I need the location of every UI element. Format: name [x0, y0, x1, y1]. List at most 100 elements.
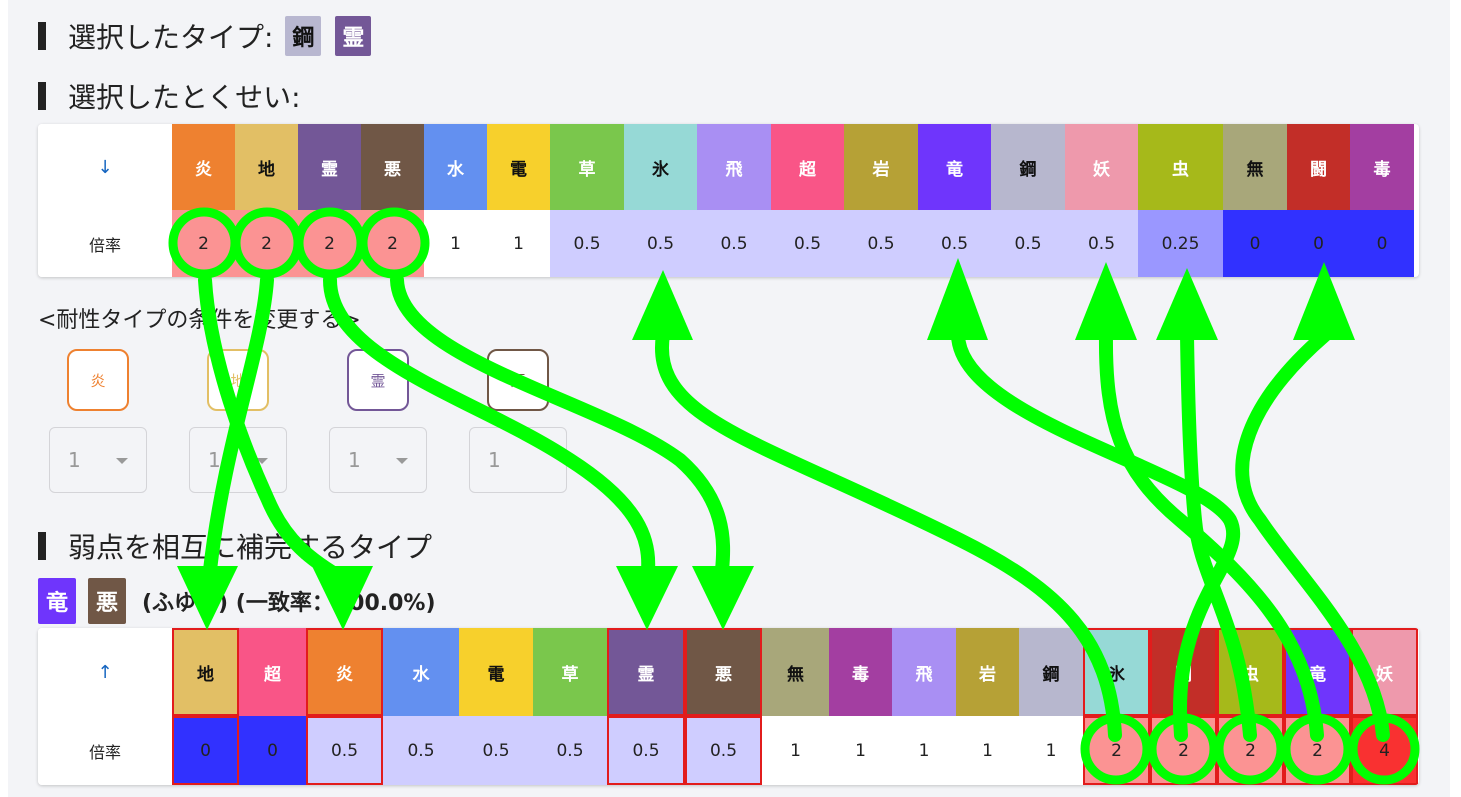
complement-table-header-row: ↑ 地超炎水電草霊悪無毒飛岩鋼氷闘虫竜妖 [38, 628, 1418, 716]
multiplier-cell: 2 [172, 210, 235, 277]
multiplier-cell: 0.5 [383, 716, 459, 785]
heading-bar [38, 532, 46, 560]
type-header-cell[interactable]: 竜 [1284, 628, 1351, 716]
weakness-table: ↓ 炎地霊悪水電草氷飛超岩竜鋼妖虫無闘毒 倍率 2 2 2 2 1 1 0.5 0.5 0.5 0… [38, 124, 1419, 277]
type-header-cell[interactable]: 岩 [844, 124, 918, 210]
complement-table: ↑ 地超炎水電草霊悪無毒飛岩鋼氷闘虫竜妖 倍率 0 0 0.5 0.5 0.5 0.5 0.… [38, 628, 1419, 785]
type-header-cell[interactable]: 氷 [624, 124, 697, 210]
type-header-cell[interactable]: 電 [459, 628, 533, 716]
condition-select-value: 1 [348, 448, 361, 472]
type-header-cell[interactable]: 毒 [1350, 124, 1414, 210]
multiplier-cell: 1 [424, 210, 487, 277]
multiplier-cell: 0.5 [844, 210, 918, 277]
type-header-cell[interactable]: 水 [424, 124, 487, 210]
multiplier-cell: 0.5 [533, 716, 607, 785]
condition-type-button-fire[interactable]: 炎 [67, 349, 129, 411]
condition-select-ghost[interactable]: 1 [329, 427, 427, 493]
multiplier-cell: 2 [235, 210, 298, 277]
condition-input-value: 1 [488, 448, 501, 472]
multiplier-cell: 0.5 [550, 210, 624, 277]
multiplier-cell: 1 [487, 210, 550, 277]
type-header-cell[interactable]: 地 [235, 124, 298, 210]
condition-select-ground[interactable]: 1 [189, 427, 287, 493]
type-header-cell[interactable]: 妖 [1065, 124, 1138, 210]
multiplier-cell: 0.5 [991, 210, 1065, 277]
selected-types-heading: 選択したタイプ: 鋼 霊 [38, 16, 372, 56]
condition-select-value: 1 [208, 448, 221, 472]
type-header-cell[interactable]: 毒 [829, 628, 892, 716]
selected-types-label: 選択したタイプ: [68, 21, 274, 54]
complement-type-badge-dragon[interactable]: 竜 [38, 578, 76, 624]
complement-heading-label: 弱点を相互に補完するタイプ [68, 531, 433, 564]
type-header-cell[interactable]: 超 [771, 124, 844, 210]
type-header-cell[interactable]: 飛 [697, 124, 771, 210]
type-header-cell[interactable]: 水 [383, 628, 459, 716]
condition-select-fire[interactable]: 1 [49, 427, 147, 493]
multiplier-cell: 1 [762, 716, 829, 785]
type-header-cell[interactable]: 妖 [1351, 628, 1418, 716]
type-header-cell[interactable]: 闘 [1287, 124, 1350, 210]
condition-type-button-ground[interactable]: 地 [207, 349, 269, 411]
selected-type-badge-ghost[interactable]: 霊 [335, 16, 372, 56]
chevron-down-icon [256, 458, 268, 464]
multiplier-cell: 0.25 [1138, 210, 1223, 277]
complement-table-value-row: 倍率 0 0 0.5 0.5 0.5 0.5 0.5 0.5 1 1 1 1 1 2 2 2 2 4 [38, 716, 1418, 785]
multiplier-cell: 1 [892, 716, 956, 785]
type-header-cell[interactable]: 鋼 [991, 124, 1065, 210]
condition-type-button-dark[interactable]: 悪 [487, 349, 549, 411]
multiplier-cell: 0.5 [459, 716, 533, 785]
chevron-down-icon [116, 458, 128, 464]
multiplier-cell: 2 [361, 210, 424, 277]
type-header-cell[interactable]: 草 [533, 628, 607, 716]
type-header-cell[interactable]: 虫 [1138, 124, 1223, 210]
heading-bar [38, 22, 46, 50]
sort-arrow-button[interactable]: ↑ [38, 628, 172, 716]
multiplier-cell: 0 [172, 716, 239, 785]
multiplier-cell: 0 [1350, 210, 1414, 277]
multiplier-row-label: 倍率 [38, 716, 172, 785]
multiplier-cell: 0.5 [607, 716, 685, 785]
type-header-cell[interactable]: 闘 [1150, 628, 1217, 716]
multiplier-cell: 2 [298, 210, 361, 277]
sort-arrow-button[interactable]: ↓ [38, 124, 172, 210]
type-header-cell[interactable]: 飛 [892, 628, 956, 716]
type-header-cell[interactable]: 草 [550, 124, 624, 210]
type-header-cell[interactable]: 地 [172, 628, 239, 716]
multiplier-cell: 0 [1287, 210, 1350, 277]
type-header-cell[interactable]: 炎 [172, 124, 235, 210]
multiplier-cell: 4 [1351, 716, 1418, 785]
multiplier-cell: 0.5 [685, 716, 762, 785]
type-header-cell[interactable]: 霊 [607, 628, 685, 716]
multiplier-cell: 0.5 [1065, 210, 1138, 277]
multiplier-cell: 0 [1223, 210, 1287, 277]
type-header-cell[interactable]: 悪 [685, 628, 762, 716]
condition-type-button-ghost[interactable]: 霊 [347, 349, 409, 411]
selected-ability-label: 選択したとくせい: [68, 81, 301, 114]
type-header-cell[interactable]: 竜 [918, 124, 991, 210]
type-header-cell[interactable]: 虫 [1217, 628, 1284, 716]
condition-input-dark[interactable]: 1 [469, 427, 567, 493]
type-header-cell[interactable]: 無 [1223, 124, 1287, 210]
multiplier-cell: 0.5 [697, 210, 771, 277]
multiplier-cell: 0.5 [624, 210, 697, 277]
type-header-cell[interactable]: 電 [487, 124, 550, 210]
type-header-cell[interactable]: 炎 [306, 628, 383, 716]
multiplier-cell: 1 [1019, 716, 1083, 785]
multiplier-cell: 2 [1284, 716, 1351, 785]
type-header-cell[interactable]: 霊 [298, 124, 361, 210]
type-header-cell[interactable]: 悪 [361, 124, 424, 210]
multiplier-cell: 2 [1083, 716, 1150, 785]
type-header-cell[interactable]: 超 [239, 628, 306, 716]
complement-detail-text: (ふゆう) (一致率：100.0%) [142, 591, 436, 616]
type-header-cell[interactable]: 鋼 [1019, 628, 1083, 716]
complement-type-badge-dark[interactable]: 悪 [88, 578, 126, 624]
complement-heading: 弱点を相互に補完するタイプ [38, 526, 432, 566]
type-header-cell[interactable]: 岩 [956, 628, 1019, 716]
type-header-cell[interactable]: 氷 [1083, 628, 1150, 716]
multiplier-cell: 0.5 [918, 210, 991, 277]
weakness-table-header-row: ↓ 炎地霊悪水電草氷飛超岩竜鋼妖虫無闘毒 [38, 124, 1414, 210]
complement-result-line: 竜 悪 (ふゆう) (一致率：100.0%) [38, 578, 436, 624]
multiplier-cell: 1 [956, 716, 1019, 785]
selected-type-badge-steel[interactable]: 鋼 [285, 16, 322, 56]
type-header-cell[interactable]: 無 [762, 628, 829, 716]
